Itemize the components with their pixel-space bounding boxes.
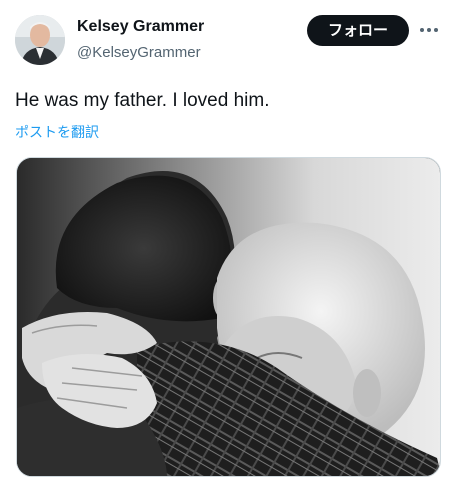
more-dot: [434, 28, 438, 32]
more-dot: [427, 28, 431, 32]
more-icon[interactable]: [418, 20, 440, 40]
author-handle[interactable]: @KelseyGrammer: [77, 44, 201, 61]
author-display-name[interactable]: Kelsey Grammer: [77, 18, 204, 36]
avatar[interactable]: [15, 15, 65, 65]
follow-button[interactable]: フォロー: [307, 15, 409, 46]
media-photo[interactable]: [16, 157, 441, 477]
translate-post-link[interactable]: ポストを翻訳: [15, 122, 99, 142]
photo-image: [17, 158, 440, 476]
tweet-card: Kelsey Grammer @KelseyGrammer フォロー He wa…: [0, 0, 451, 489]
more-dot: [420, 28, 424, 32]
avatar-image: [15, 15, 65, 65]
tweet-text: He was my father. I loved him.: [15, 90, 270, 111]
